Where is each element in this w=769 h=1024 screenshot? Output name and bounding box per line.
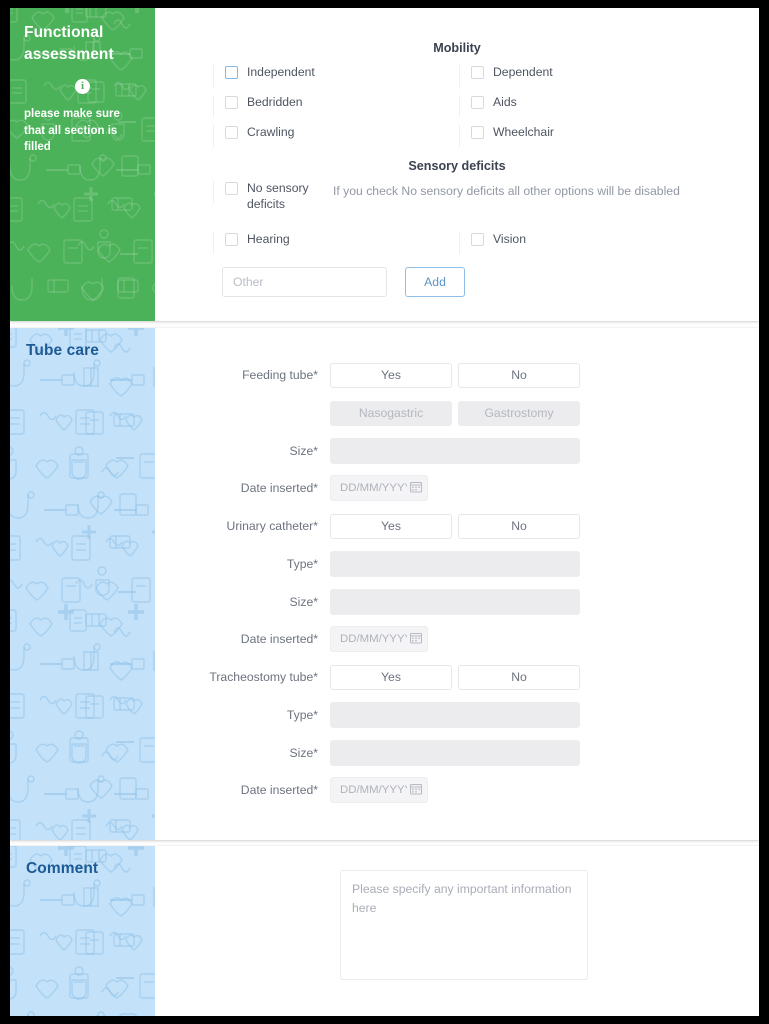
tracheostomy-date-input[interactable] bbox=[330, 777, 428, 803]
checkbox-bedridden[interactable]: Bedridden bbox=[213, 94, 459, 117]
label-tracheostomy-date: Date inserted* bbox=[240, 783, 318, 797]
form-row-feeding-date: Date inserted* bbox=[155, 475, 759, 501]
tube-care-form-body: Feeding tube* Yes No Nasogastric Gastros… bbox=[155, 328, 759, 840]
tracheostomy-no-button[interactable]: No bbox=[458, 664, 580, 690]
checkbox-wheelchair[interactable]: Wheelchair bbox=[459, 124, 705, 147]
checkbox-label-aids: Aids bbox=[493, 95, 517, 109]
label-tracheostomy-size: Size* bbox=[289, 746, 318, 760]
checkbox-box-bedridden[interactable] bbox=[225, 96, 238, 109]
mobility-row-3: Crawling Wheelchair bbox=[213, 124, 705, 147]
form-row-tracheostomy-tube: Tracheostomy tube* Yes No bbox=[155, 664, 759, 690]
label-feeding-size: Size* bbox=[289, 444, 318, 458]
comment-title: Comment bbox=[26, 860, 99, 877]
functional-title: Functional assessment bbox=[24, 24, 114, 64]
checkbox-label-vision: Vision bbox=[493, 232, 526, 246]
functional-form-body: Mobility Independent Dependent Bedridden bbox=[155, 8, 759, 321]
tube-care-title: Tube care bbox=[26, 342, 99, 359]
feeding-date-input[interactable] bbox=[330, 475, 428, 501]
checkbox-dependent[interactable]: Dependent bbox=[459, 64, 705, 87]
checkbox-label-crawling: Crawling bbox=[247, 125, 295, 139]
page-frame: Functional assessment i please make sure… bbox=[10, 8, 759, 1016]
sensory-row-2: Hearing Vision bbox=[213, 231, 705, 254]
other-entry-row: Add bbox=[222, 267, 465, 297]
checkbox-box-vision[interactable] bbox=[471, 233, 484, 246]
form-row-feeding-size: Size* bbox=[155, 438, 759, 464]
comment-textarea[interactable] bbox=[340, 870, 588, 980]
checkbox-box-aids[interactable] bbox=[471, 96, 484, 109]
info-icon[interactable]: i bbox=[75, 78, 90, 94]
mobility-heading: Mobility bbox=[433, 41, 481, 55]
tracheostomy-type-input[interactable] bbox=[330, 702, 580, 728]
label-urinary-type: Type* bbox=[286, 557, 318, 571]
label-tracheostomy-type: Type* bbox=[286, 708, 318, 722]
form-row-feeding-tube: Feeding tube* Yes No bbox=[155, 362, 759, 388]
checkbox-box-dependent[interactable] bbox=[471, 66, 484, 79]
tracheostomy-yes-button[interactable]: Yes bbox=[330, 664, 452, 690]
nasogastric-button[interactable]: Nasogastric bbox=[330, 400, 452, 426]
functional-assessment-card: Functional assessment i please make sure… bbox=[10, 8, 759, 321]
urinary-date-input[interactable] bbox=[330, 626, 428, 652]
sensory-deficits-heading: Sensory deficits bbox=[408, 159, 506, 173]
checkbox-aids[interactable]: Aids bbox=[459, 94, 705, 117]
checkbox-box-independent[interactable] bbox=[225, 66, 238, 79]
medical-pattern-blue bbox=[10, 328, 155, 840]
label-feeding-date: Date inserted* bbox=[240, 481, 318, 495]
checkbox-label-wheelchair: Wheelchair bbox=[493, 125, 554, 139]
checkbox-vision[interactable]: Vision bbox=[459, 231, 705, 254]
urinary-date-wrapper bbox=[330, 626, 428, 652]
checkbox-label-independent: Independent bbox=[247, 65, 315, 79]
checkbox-label-hearing: Hearing bbox=[247, 232, 290, 246]
checkbox-independent[interactable]: Independent bbox=[213, 64, 459, 87]
feeding-date-wrapper bbox=[330, 475, 428, 501]
urinary-type-input[interactable] bbox=[330, 551, 580, 577]
mobility-row-1: Independent Dependent bbox=[213, 64, 705, 87]
sensory-row-1: No sensory deficits bbox=[213, 180, 323, 213]
comment-body bbox=[155, 846, 759, 1016]
checkbox-box-hearing[interactable] bbox=[225, 233, 238, 246]
label-tracheostomy-tube: Tracheostomy tube* bbox=[209, 670, 318, 684]
gastrostomy-button[interactable]: Gastrostomy bbox=[458, 400, 580, 426]
feeding-size-input[interactable] bbox=[330, 438, 580, 464]
checkbox-label-dependent: Dependent bbox=[493, 65, 553, 79]
form-row-tracheostomy-type: Type* bbox=[155, 702, 759, 728]
urinary-catheter-yes-button[interactable]: Yes bbox=[330, 513, 452, 539]
comment-card: Comment bbox=[10, 846, 759, 1016]
form-row-tracheostomy-date: Date inserted* bbox=[155, 777, 759, 803]
feeding-tube-no-button[interactable]: No bbox=[458, 362, 580, 388]
form-row-urinary-catheter: Urinary catheter* Yes No bbox=[155, 513, 759, 539]
form-row-urinary-size: Size* bbox=[155, 589, 759, 615]
checkbox-label-bedridden: Bedridden bbox=[247, 95, 303, 109]
tube-care-card: Tube care Feeding tube* Yes No Nasogastr… bbox=[10, 328, 759, 840]
add-button[interactable]: Add bbox=[405, 267, 465, 297]
feeding-tube-yes-button[interactable]: Yes bbox=[330, 362, 452, 388]
mobility-row-2: Bedridden Aids bbox=[213, 94, 705, 117]
comment-sidebar: Comment bbox=[10, 846, 155, 1016]
functional-sidebar: Functional assessment i please make sure… bbox=[10, 8, 155, 321]
checkbox-box-crawling[interactable] bbox=[225, 126, 238, 139]
urinary-catheter-no-button[interactable]: No bbox=[458, 513, 580, 539]
screenshot-root: Functional assessment i please make sure… bbox=[0, 0, 769, 1024]
functional-help-text: please make sure that all section is fil… bbox=[24, 107, 120, 154]
label-urinary-date: Date inserted* bbox=[240, 632, 318, 646]
checkbox-no-sensory-deficits[interactable]: No sensory deficits bbox=[213, 180, 323, 213]
tube-care-sidebar: Tube care bbox=[10, 328, 155, 840]
other-input[interactable] bbox=[222, 267, 387, 297]
checkbox-label-no-sensory-deficits: No sensory deficits bbox=[247, 181, 309, 212]
checkbox-box-wheelchair[interactable] bbox=[471, 126, 484, 139]
checkbox-box-no-sensory-deficits[interactable] bbox=[225, 182, 238, 195]
form-row-urinary-type: Type* bbox=[155, 551, 759, 577]
form-row-tracheostomy-size: Size* bbox=[155, 740, 759, 766]
checkbox-crawling[interactable]: Crawling bbox=[213, 124, 459, 147]
checkbox-hearing[interactable]: Hearing bbox=[213, 231, 459, 254]
tracheostomy-date-wrapper bbox=[330, 777, 428, 803]
label-urinary-size: Size* bbox=[289, 595, 318, 609]
label-feeding-tube: Feeding tube* bbox=[242, 368, 318, 382]
form-row-urinary-date: Date inserted* bbox=[155, 626, 759, 652]
label-urinary-catheter: Urinary catheter* bbox=[226, 519, 318, 533]
urinary-size-input[interactable] bbox=[330, 589, 580, 615]
tracheostomy-size-input[interactable] bbox=[330, 740, 580, 766]
sensory-hint-text: If you check No sensory deficits all oth… bbox=[333, 184, 680, 198]
form-row-feeding-tube-type: Nasogastric Gastrostomy bbox=[155, 400, 759, 426]
